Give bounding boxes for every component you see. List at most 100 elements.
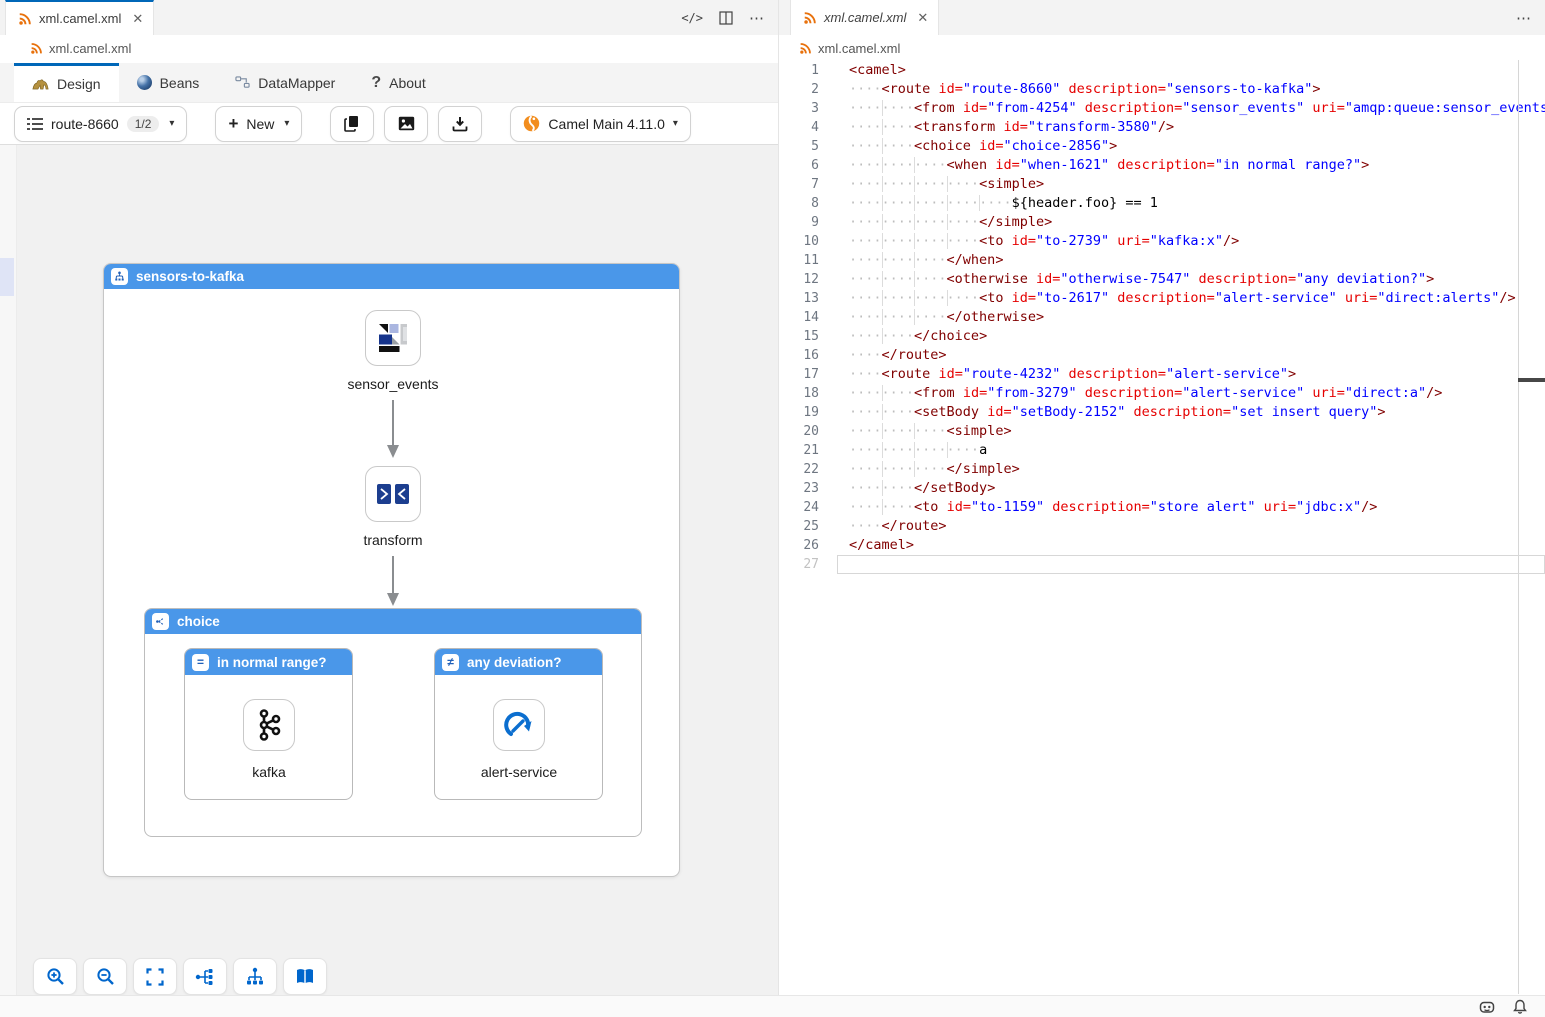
code-line[interactable]: 22············</simple> <box>779 460 1545 479</box>
code-line[interactable]: 17····<route id="route-4232" description… <box>779 365 1545 384</box>
line-number[interactable]: 8 <box>779 194 819 213</box>
line-number[interactable]: 17 <box>779 365 819 384</box>
flow-canvas[interactable]: sensors-to-kafka sensor_events <box>0 145 778 995</box>
line-number[interactable]: 23 <box>779 479 819 498</box>
runtime-selector-button[interactable]: Camel Main 4.11.0 ▾ <box>510 106 691 142</box>
code-line[interactable]: 16····</route> <box>779 346 1545 365</box>
otherwise-branch[interactable]: ≠ any deviation? alert-service <box>434 648 603 800</box>
layout-horizontal-button[interactable] <box>183 958 227 995</box>
line-number[interactable]: 18 <box>779 384 819 403</box>
line-number[interactable]: 16 <box>779 346 819 365</box>
code-line[interactable]: 13················<to id="to-2617" descr… <box>779 289 1545 308</box>
line-number[interactable]: 6 <box>779 156 819 175</box>
line-number[interactable]: 9 <box>779 213 819 232</box>
zoom-in-button[interactable] <box>33 958 77 995</box>
export-image-button[interactable] <box>384 106 428 142</box>
node-transform[interactable] <box>365 466 421 522</box>
code-line[interactable]: 3········<from id="from-4254" descriptio… <box>779 99 1545 118</box>
code-line[interactable]: 4········<transform id="transform-3580"/… <box>779 118 1545 137</box>
line-text: ····<route id="route-4232" description="… <box>819 365 1296 384</box>
code-line[interactable]: 27 <box>779 555 1545 574</box>
left-tab-bar: xml.camel.xml ✕ </> ⋯ <box>0 0 778 35</box>
node-alert-service[interactable] <box>493 699 545 751</box>
code-line[interactable]: 24········<to id="to-1159" description="… <box>779 498 1545 517</box>
download-button[interactable] <box>438 106 482 142</box>
otherwise-branch-header[interactable]: ≠ any deviation? <box>435 649 602 675</box>
route-group-header[interactable]: sensors-to-kafka <box>104 264 679 289</box>
close-icon[interactable]: ✕ <box>132 11 143 27</box>
line-number[interactable]: 12 <box>779 270 819 289</box>
line-number[interactable]: 4 <box>779 118 819 137</box>
close-icon[interactable]: ✕ <box>917 10 928 26</box>
left-breadcrumb[interactable]: xml.camel.xml <box>0 35 778 61</box>
route-group-sensors-to-kafka[interactable]: sensors-to-kafka sensor_events <box>103 263 680 877</box>
node-sensor-events[interactable] <box>365 310 421 366</box>
split-editor-icon[interactable] <box>719 11 733 25</box>
code-line[interactable]: 6············<when id="when-1621" descri… <box>779 156 1545 175</box>
line-number[interactable]: 5 <box>779 137 819 156</box>
line-number[interactable]: 1 <box>779 61 819 80</box>
code-line[interactable]: 9················</simple> <box>779 213 1545 232</box>
code-line[interactable]: 20············<simple> <box>779 422 1545 441</box>
code-line[interactable]: 23········</setBody> <box>779 479 1545 498</box>
line-number[interactable]: 25 <box>779 517 819 536</box>
tab-xml-camel-xml-preview[interactable]: xml.camel.xml ✕ <box>790 0 939 35</box>
bell-icon[interactable] <box>1513 999 1527 1014</box>
code-line[interactable]: 5········<choice id="choice-2856"> <box>779 137 1545 156</box>
code-line[interactable]: 1<camel> <box>779 61 1545 80</box>
code-line[interactable]: 12············<otherwise id="otherwise-7… <box>779 270 1545 289</box>
code-line[interactable]: 8····················${header.foo} == 1 <box>779 194 1545 213</box>
catalog-button[interactable] <box>283 958 327 995</box>
tab-about[interactable]: ? About <box>353 63 443 102</box>
code-line[interactable]: 10················<to id="to-2739" uri="… <box>779 232 1545 251</box>
right-breadcrumb[interactable]: xml.camel.xml <box>779 35 1545 61</box>
line-number[interactable]: 21 <box>779 441 819 460</box>
line-number[interactable]: 24 <box>779 498 819 517</box>
line-number[interactable]: 3 <box>779 99 819 118</box>
copy-flow-button[interactable] <box>330 106 374 142</box>
catalog-rail <box>0 145 17 995</box>
copilot-icon[interactable] <box>1479 1000 1495 1014</box>
zoom-out-button[interactable] <box>83 958 127 995</box>
new-route-button[interactable]: + New ▾ <box>215 106 302 142</box>
when-branch-header[interactable]: = in normal range? <box>185 649 352 675</box>
when-branch[interactable]: = in normal range? <box>184 648 353 800</box>
line-number[interactable]: 13 <box>779 289 819 308</box>
line-number[interactable]: 19 <box>779 403 819 422</box>
code-line[interactable]: 21················a <box>779 441 1545 460</box>
tab-design[interactable]: Design <box>14 63 119 102</box>
line-number[interactable]: 11 <box>779 251 819 270</box>
line-number[interactable]: 2 <box>779 80 819 99</box>
line-number[interactable]: 14 <box>779 308 819 327</box>
code-line[interactable]: 18········<from id="from-3279" descripti… <box>779 384 1545 403</box>
line-number[interactable]: 20 <box>779 422 819 441</box>
code-line[interactable]: 19········<setBody id="setBody-2152" des… <box>779 403 1545 422</box>
choice-group[interactable]: choice = in normal range? <box>144 608 642 837</box>
xml-code-editor[interactable]: 1<camel>2····<route id="route-8660" desc… <box>779 60 1545 994</box>
line-number[interactable]: 26 <box>779 536 819 555</box>
line-number[interactable]: 7 <box>779 175 819 194</box>
code-line[interactable]: 25····</route> <box>779 517 1545 536</box>
line-number[interactable]: 27 <box>779 555 819 574</box>
line-number[interactable]: 15 <box>779 327 819 346</box>
tab-beans[interactable]: Beans <box>119 63 218 102</box>
tab-datamapper[interactable]: DataMapper <box>217 63 353 102</box>
route-selector-button[interactable]: route-8660 1/2 ▾ <box>14 106 187 142</box>
line-number[interactable]: 10 <box>779 232 819 251</box>
code-line[interactable]: 2····<route id="route-8660" description=… <box>779 80 1545 99</box>
code-line[interactable]: 11············</when> <box>779 251 1545 270</box>
fit-view-button[interactable] <box>133 958 177 995</box>
ellipsis-icon[interactable]: ⋯ <box>1516 9 1531 27</box>
code-icon[interactable]: </> <box>681 11 703 25</box>
code-line[interactable]: 15········</choice> <box>779 327 1545 346</box>
node-kafka[interactable] <box>243 699 295 751</box>
code-line[interactable]: 26</camel> <box>779 536 1545 555</box>
choice-group-header[interactable]: choice <box>145 609 641 634</box>
code-line[interactable]: 7················<simple> <box>779 175 1545 194</box>
code-line[interactable]: 14············</otherwise> <box>779 308 1545 327</box>
rail-selection[interactable] <box>0 258 14 296</box>
layout-vertical-button[interactable] <box>233 958 277 995</box>
ellipsis-icon[interactable]: ⋯ <box>749 9 764 27</box>
tab-xml-camel-xml[interactable]: xml.camel.xml ✕ <box>5 0 154 35</box>
line-number[interactable]: 22 <box>779 460 819 479</box>
